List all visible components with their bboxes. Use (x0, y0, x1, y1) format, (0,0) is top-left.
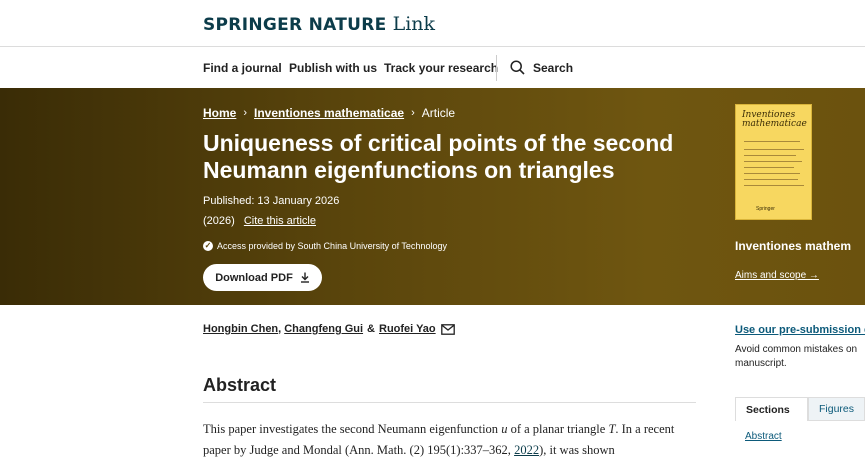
abstract-text: This paper investigates the second Neuma… (203, 419, 703, 458)
divider (203, 402, 696, 403)
breadcrumb-home[interactable]: Home (203, 106, 236, 120)
article-hero: Home › Inventiones mathematicae › Articl… (0, 88, 865, 305)
section-link-abstract[interactable]: Abstract (745, 431, 782, 442)
chevron-right-icon: › (411, 107, 415, 119)
download-icon (300, 272, 309, 283)
nav-publish-with-us[interactable]: Publish with us (289, 61, 377, 75)
check-circle-icon: ✓ (203, 241, 213, 251)
author-list: Hongbin Chen , Changfeng Gui & Ruofei Ya… (203, 323, 455, 335)
cover-publisher: Springer (756, 206, 775, 212)
sidebar-tabs: Sections Figures (735, 397, 865, 421)
cover-line (744, 167, 794, 168)
journal-name[interactable]: Inventiones mathem (735, 239, 851, 253)
search-label: Search (533, 60, 574, 75)
abstract-text-part: of a planar triangle (507, 422, 609, 436)
nav-divider (496, 55, 497, 81)
cover-line (744, 149, 804, 150)
reference-link[interactable]: 2022 (514, 443, 539, 457)
access-text: Access provided by South China Universit… (217, 241, 447, 251)
author-separator: , (278, 323, 282, 335)
author-separator: & (367, 323, 375, 335)
cover-line (744, 173, 800, 174)
nav-search-button[interactable]: Search (510, 60, 573, 75)
cite-row: (2026) Cite this article (203, 215, 316, 227)
cover-line (744, 161, 802, 162)
breadcrumb-journal[interactable]: Inventiones mathematicae (254, 106, 404, 120)
logo-brand-text: SPRINGER NATURE (203, 15, 387, 35)
abstract-text-part: This paper investigates the second Neuma… (203, 422, 502, 436)
logo-link-text: Link (392, 13, 436, 35)
author-link[interactable]: Changfeng Gui (284, 323, 363, 335)
cover-line (744, 155, 796, 156)
nav-find-journal[interactable]: Find a journal (203, 61, 282, 75)
site-header: SPRINGER NATURE Link (0, 0, 865, 47)
cover-line (744, 185, 804, 186)
chevron-right-icon: › (243, 107, 248, 119)
tab-sections[interactable]: Sections (735, 397, 808, 421)
breadcrumb: Home › Inventiones mathematicae › Articl… (203, 106, 455, 120)
cover-line (744, 179, 798, 180)
presubmission-check-link[interactable]: Use our pre-submission ch (735, 324, 865, 336)
access-notice: ✓ Access provided by South China Univers… (203, 241, 447, 251)
tab-figures[interactable]: Figures (807, 397, 865, 421)
springer-nature-link-logo[interactable]: SPRINGER NATURE Link (203, 13, 435, 35)
article-year: (2026) (203, 215, 235, 227)
presubmission-description: Avoid common mistakes on manuscript. (735, 344, 858, 369)
mail-icon[interactable] (440, 323, 455, 335)
abstract-heading: Abstract (203, 375, 277, 395)
breadcrumb-current: Article (421, 106, 456, 120)
cover-title: Inventiones mathematicae (742, 110, 807, 129)
author-link[interactable]: Hongbin Chen (203, 323, 278, 335)
download-pdf-label: Download PDF (215, 271, 293, 284)
search-icon (510, 60, 525, 75)
main-nav: Find a journal Publish with us Track you… (0, 48, 865, 88)
article-title: Uniqueness of critical points of the sec… (203, 130, 674, 183)
cite-article-link[interactable]: Cite this article (244, 215, 316, 227)
nav-track-research[interactable]: Track your research (384, 61, 498, 75)
journal-cover-image[interactable]: Inventiones mathematicae Springer (735, 104, 812, 220)
author-link[interactable]: Ruofei Yao (379, 323, 436, 335)
published-date: Published: 13 January 2026 (203, 195, 340, 207)
aims-and-scope-link[interactable]: Aims and scope → (735, 270, 819, 281)
cover-line (744, 141, 800, 142)
download-pdf-button[interactable]: Download PDF (203, 264, 322, 291)
abstract-text-part: ), it was shown (539, 443, 615, 457)
